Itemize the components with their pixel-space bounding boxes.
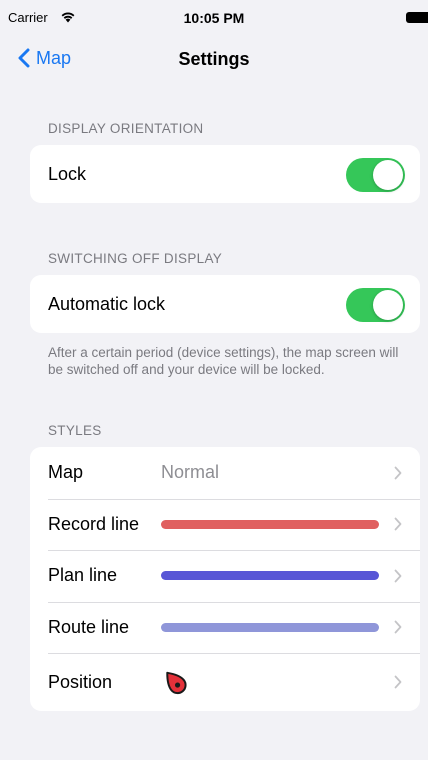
record-line-label: Record line [48,513,140,534]
map-label: Map [48,462,84,483]
automatic-lock-toggle[interactable] [346,288,405,322]
status-time: 10:05 PM [183,10,245,26]
section-header-styles: STYLES [48,423,102,438]
style-row-route-line[interactable]: Route line [30,601,420,654]
route-line-swatch [161,622,379,632]
toggle-knob [373,290,403,320]
navigation-bar: Map Settings [0,36,428,80]
chevron-right-icon [394,466,402,480]
chevron-right-icon [394,517,402,531]
section-header-display-orientation: DISPLAY ORIENTATION [48,121,204,136]
switching-off-card: Automatic lock [30,275,420,333]
style-row-plan-line[interactable]: Plan line [30,550,420,602]
automatic-lock-label: Automatic lock [48,293,166,314]
position-label: Position [48,671,113,692]
settings-screen: Carrier 10:05 PM Map Settings DISPLAY OR… [0,0,428,760]
lock-label: Lock [48,163,87,184]
lock-toggle[interactable] [346,158,405,192]
automatic-lock-row: Automatic lock [30,275,420,333]
style-row-record-line[interactable]: Record line [30,498,420,551]
plan-line-label: Plan line [48,565,118,586]
style-row-map[interactable]: Map Normal [30,447,420,499]
display-orientation-card: Lock [30,145,420,203]
toggle-knob [373,160,403,190]
styles-card: Map Normal Record line Plan line Route l… [30,447,420,711]
status-bar: Carrier 10:05 PM [0,0,428,32]
battery-icon [406,12,428,23]
chevron-right-icon [394,675,402,689]
map-style-value: Normal [161,462,220,483]
page-title: Settings [178,49,250,69]
automatic-lock-footer: After a certain period (device settings)… [48,345,399,377]
chevron-right-icon [394,620,402,634]
chevron-right-icon [394,569,402,583]
section-header-switching-off-display: SWITCHING OFF DISPLAY [48,251,223,266]
location-arrow-icon [166,671,187,695]
route-line-label: Route line [48,616,130,637]
plan-line-swatch [161,571,379,581]
position-marker-shape [166,671,187,695]
record-line-swatch [161,519,379,529]
style-row-position[interactable]: Position [30,653,420,711]
lock-row: Lock [30,145,420,203]
